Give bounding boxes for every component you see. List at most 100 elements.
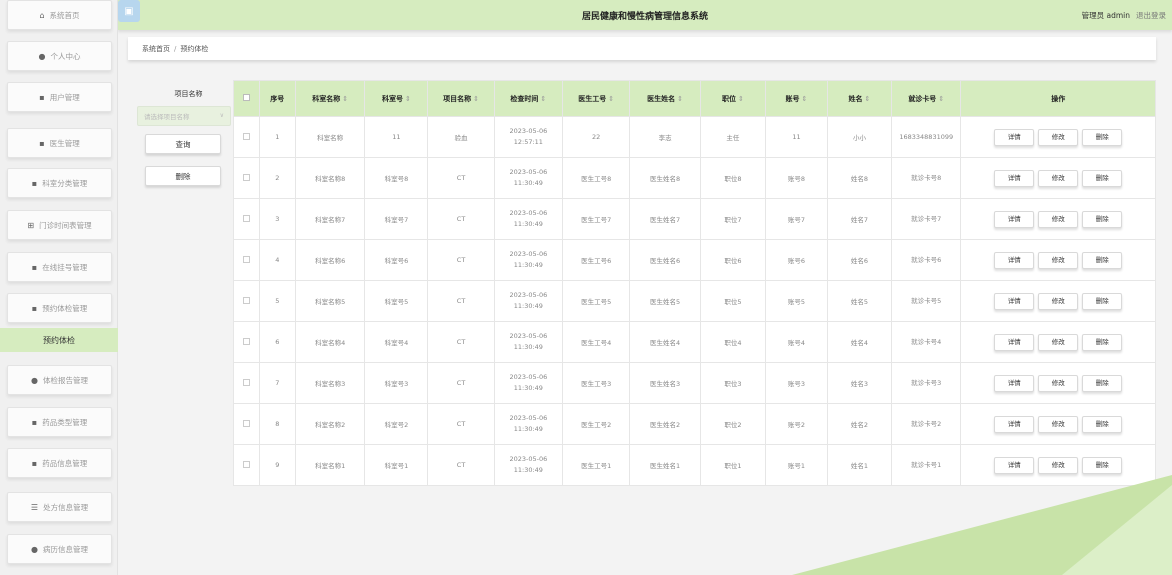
table-cell: 医生姓名7	[629, 198, 701, 240]
row-checkbox[interactable]	[233, 362, 260, 404]
edit-button[interactable]: 修改	[1038, 251, 1079, 269]
sort-icon[interactable]: ⇕	[677, 95, 683, 103]
table-cell: 2023-05-06 11:30:49	[493, 198, 564, 240]
delete-button[interactable]: 删除	[1082, 374, 1123, 392]
delete-button[interactable]: 删除	[1082, 456, 1123, 474]
sidebar-item-departments[interactable]: ▪ 科室分类管理	[7, 168, 112, 198]
sort-icon[interactable]: ⇕	[738, 95, 744, 103]
row-checkbox[interactable]	[233, 198, 260, 240]
sidebar-item-records[interactable]: ● 病历信息管理	[7, 534, 112, 564]
grid-icon: ▪	[31, 303, 38, 313]
column-header[interactable]: 账号 ⇕	[764, 80, 828, 117]
column-header[interactable]: 科室号 ⇕	[364, 80, 429, 117]
detail-button[interactable]: 详情	[994, 169, 1035, 187]
query-button[interactable]: 查询	[145, 134, 221, 154]
column-header[interactable]: 科室名称 ⇕	[294, 80, 366, 117]
sidebar-item-prescriptions[interactable]: ☰ 处方信息管理	[7, 492, 112, 522]
sidebar-item-checkup[interactable]: ▪ 预约体检管理	[7, 293, 112, 323]
column-header[interactable]: 项目名称 ⇕	[427, 80, 495, 117]
sort-icon[interactable]: ⇕	[540, 95, 546, 103]
table-cell: 科室名称1	[294, 444, 366, 486]
delete-button[interactable]: 删除	[1082, 210, 1123, 228]
grid-icon: ▪	[39, 92, 45, 102]
data-table: 序号 科室名称 ⇕ 科室号 ⇕ 项目名称 ⇕ 检查时间 ⇕ 医生工号 ⇕ 医生姓名 ⇕ 职位…	[233, 80, 1156, 486]
project-select[interactable]: 请选择项目名称 ∨	[137, 106, 231, 126]
table-cell: 2023-05-06 11:30:49	[493, 444, 564, 486]
column-header[interactable]: 检查时间 ⇕	[493, 80, 564, 117]
sidebar-item-schedule[interactable]: ⊞ 门诊时间表管理	[7, 210, 112, 240]
row-checkbox[interactable]	[233, 239, 260, 281]
detail-button[interactable]: 详情	[994, 456, 1035, 474]
row-checkbox[interactable]	[233, 321, 260, 363]
delete-button[interactable]: 删除	[1082, 169, 1123, 187]
checkbox-icon	[242, 94, 250, 101]
breadcrumb-home[interactable]: 系统首页	[142, 44, 170, 54]
sidebar-subitem-checkup[interactable]: 预约体检	[0, 328, 118, 352]
detail-button[interactable]: 详情	[994, 292, 1035, 310]
sidebar-item-registration[interactable]: ▪ 在线挂号管理	[7, 252, 112, 282]
select-all-checkbox[interactable]	[233, 80, 260, 117]
table-cell: 就诊卡号6	[891, 239, 962, 281]
table-cell: 账号8	[764, 157, 828, 199]
logout-link[interactable]: 退出登录	[1136, 11, 1166, 20]
batch-delete-button[interactable]: 删除	[145, 166, 221, 186]
checkbox-icon	[242, 419, 250, 427]
table-cell: 5	[258, 280, 296, 322]
detail-button[interactable]: 详情	[994, 128, 1035, 146]
sidebar-item-home[interactable]: ⌂ 系统首页	[7, 0, 112, 30]
sidebar-item-drug-types[interactable]: ▪ 药品类型管理	[7, 407, 112, 437]
table-cell: 2	[258, 157, 296, 199]
detail-button[interactable]: 详情	[994, 251, 1035, 269]
edit-button[interactable]: 修改	[1038, 292, 1079, 310]
table-cell: 科室号1	[364, 444, 429, 486]
row-checkbox[interactable]	[233, 444, 260, 486]
sort-icon[interactable]: ⇕	[865, 95, 871, 103]
sort-icon[interactable]: ⇕	[342, 95, 348, 103]
sidebar-item-profile[interactable]: ● 个人中心	[7, 41, 112, 71]
edit-button[interactable]: 修改	[1038, 374, 1079, 392]
column-header[interactable]: 姓名 ⇕	[826, 80, 893, 117]
sort-icon[interactable]: ⇕	[473, 95, 479, 103]
column-header[interactable]: 医生姓名 ⇕	[629, 80, 701, 117]
row-checkbox[interactable]	[233, 116, 260, 158]
row-checkbox[interactable]	[233, 157, 260, 199]
sidebar-item-reports[interactable]: ● 体检报告管理	[7, 365, 112, 395]
sort-icon[interactable]: ⇕	[938, 95, 944, 103]
row-checkbox[interactable]	[233, 403, 260, 445]
table-cell: 科室名称6	[294, 239, 366, 281]
column-header[interactable]: 就诊卡号 ⇕	[891, 80, 962, 117]
column-header[interactable]: 职位 ⇕	[699, 80, 766, 117]
sort-icon[interactable]: ⇕	[608, 95, 614, 103]
table-icon: ⊞	[27, 220, 35, 230]
column-header[interactable]: 医生工号 ⇕	[562, 80, 631, 117]
sidebar-item-doctors[interactable]: ▪ 医生管理	[7, 128, 112, 158]
checkbox-icon	[242, 337, 250, 345]
sort-icon[interactable]: ⇕	[405, 95, 411, 103]
edit-button[interactable]: 修改	[1038, 415, 1079, 433]
edit-button[interactable]: 修改	[1038, 456, 1079, 474]
detail-button[interactable]: 详情	[994, 374, 1035, 392]
sort-icon[interactable]: ⇕	[802, 95, 808, 103]
edit-button[interactable]: 修改	[1038, 210, 1079, 228]
edit-button[interactable]: 修改	[1038, 333, 1079, 351]
checkbox-icon	[242, 460, 250, 468]
detail-button[interactable]: 详情	[994, 415, 1035, 433]
detail-button[interactable]: 详情	[994, 333, 1035, 351]
edit-button[interactable]: 修改	[1038, 169, 1079, 187]
delete-button[interactable]: 删除	[1082, 292, 1123, 310]
row-checkbox[interactable]	[233, 280, 260, 322]
table-cell: 医生姓名4	[629, 321, 701, 363]
sidebar-item-users[interactable]: ▪ 用户管理	[7, 82, 112, 112]
search-label: 项目名称	[174, 90, 203, 98]
chart-icon: ▪	[31, 417, 38, 427]
delete-button[interactable]: 删除	[1082, 251, 1123, 269]
user-info: 管理员 admin 退出登录	[1082, 10, 1166, 21]
delete-button[interactable]: 删除	[1082, 333, 1123, 351]
table-cell: 22	[562, 116, 631, 158]
table-cell: 医生工号1	[562, 444, 631, 486]
sidebar-item-drugs[interactable]: ▪ 药品信息管理	[7, 448, 112, 478]
delete-button[interactable]: 删除	[1082, 415, 1123, 433]
detail-button[interactable]: 详情	[994, 210, 1035, 228]
edit-button[interactable]: 修改	[1038, 128, 1079, 146]
delete-button[interactable]: 删除	[1082, 128, 1123, 146]
